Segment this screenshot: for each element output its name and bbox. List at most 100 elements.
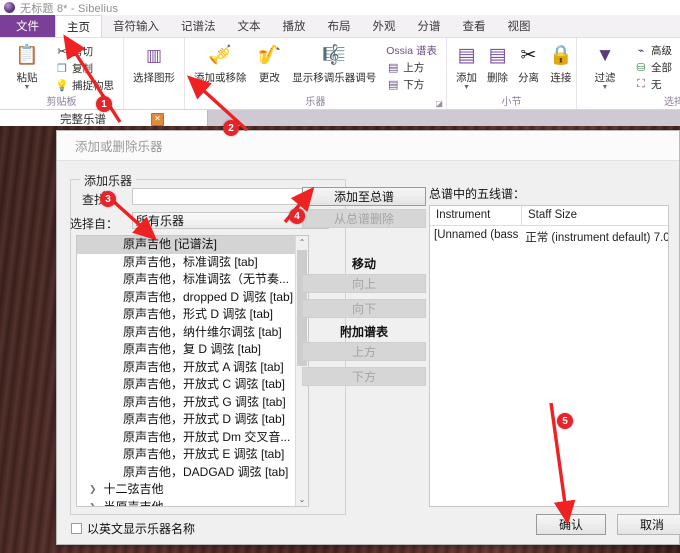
ribbon-group-instruments: 🎺 添加或移除 🎷 更改 🎼 显示移调乐器调号 Ossia 谱表 ▤ 上方 ▤ … xyxy=(185,38,447,109)
change-instrument-button[interactable]: 🎷 更改 xyxy=(252,40,288,87)
column-header-instrument[interactable]: Instrument xyxy=(430,206,522,225)
scroll-down-icon[interactable]: ⌄ xyxy=(296,493,308,506)
ribbon-tab-appearance[interactable]: 外观 xyxy=(362,15,407,37)
clipboard-icon: 📋 xyxy=(15,44,39,66)
join-bar-button[interactable]: 🔒 连接 xyxy=(544,40,578,87)
instrument-list-item[interactable]: 原声吉他 [记谱法] xyxy=(77,236,308,254)
add-or-remove-instruments-button[interactable]: 🎺 添加或移除 xyxy=(189,40,252,87)
cancel-button[interactable]: 取消 xyxy=(617,514,680,535)
select-graphic-button[interactable]: ▥ 选择图形 xyxy=(128,40,180,87)
filter-label: 过滤 xyxy=(594,72,616,84)
ribbon-tab-bar[interactable]: 文件 主页 音符输入 记谱法 文本 播放 布局 外观 分谱 查看 视图 xyxy=(0,15,680,38)
delete-bar-button[interactable]: ▤ 删除 xyxy=(482,40,513,87)
chevron-down-icon[interactable]: ▼ xyxy=(463,84,470,91)
instrument-family-row[interactable]: ❯ 十二弦吉他 xyxy=(77,481,308,499)
join-bar-label: 连接 xyxy=(550,72,572,84)
ribbon-tab-view[interactable]: 视图 xyxy=(497,15,542,37)
chevron-down-icon[interactable]: ▼ xyxy=(602,84,609,91)
sibelius-logo-icon xyxy=(4,2,15,13)
ribbon-tab-notations[interactable]: 记谱法 xyxy=(170,15,227,37)
score-staves-table[interactable]: Instrument Staff Size [Unnamed (bass ...… xyxy=(429,205,669,507)
scissors-icon: ✂ xyxy=(57,46,67,58)
staff-above-icon: ▤ xyxy=(388,62,399,74)
ribbon-tab-layout[interactable]: 布局 xyxy=(317,15,362,37)
ribbon-tab-note-input[interactable]: 音符输入 xyxy=(102,15,170,37)
checkbox-box-icon[interactable] xyxy=(71,523,82,534)
instrument-list[interactable]: 原声吉他 [记谱法] 原声吉他，标准调弦 [tab] 原声吉他，标准调弦（无节奏..… xyxy=(77,236,308,507)
selection-commands-col1: ⌁ 高级 ⛁ 全部 ⛶ 无 xyxy=(629,40,677,93)
clipboard-small-commands: ✂ 剪切 ❐ 复制 💡 捕捉构思 xyxy=(50,40,119,94)
instrument-list-item[interactable]: 原声吉他，开放式 G 调弦 [tab] xyxy=(77,394,308,412)
ribbon-group-selection: ▼ 过滤 ▼ ⌁ 高级 ⛁ 全部 ⛶ 无 ▬ xyxy=(577,38,680,109)
instrument-list-item[interactable]: 原声吉他，DADGAD 调弦 [tab] xyxy=(77,464,308,482)
cut-button[interactable]: ✂ 剪切 xyxy=(52,43,117,60)
choose-from-value: 所有乐器 xyxy=(136,214,185,228)
instrument-list-item[interactable]: 原声吉他，纳什维尔调弦 [tab] xyxy=(77,324,308,342)
ribbon-tab-review[interactable]: 查看 xyxy=(452,15,497,37)
find-input[interactable] xyxy=(132,188,329,205)
instrument-list-item[interactable]: 原声吉他，开放式 D 调弦 [tab] xyxy=(77,411,308,429)
chevron-down-icon[interactable]: ▼ xyxy=(24,84,31,91)
show-english-names-checkbox[interactable]: 以英文显示乐器名称 xyxy=(71,520,195,537)
ok-button[interactable]: 确认 xyxy=(536,514,606,535)
ribbon-group-label-graphics xyxy=(128,96,180,109)
ribbon-tab-file[interactable]: 文件 xyxy=(0,15,55,37)
show-transposing-key-button[interactable]: 🎼 显示移调乐器调号 xyxy=(287,40,381,87)
column-header-staff-size[interactable]: Staff Size xyxy=(522,206,668,225)
instrument-list-item[interactable]: 原声吉他，开放式 Dm 交叉音... xyxy=(77,429,308,447)
instrument-family-label: 十二弦吉他 xyxy=(103,482,164,496)
select-all-button[interactable]: ⛁ 全部 xyxy=(631,59,675,76)
instrument-list-item[interactable]: 原声吉他，标准调弦 [tab] xyxy=(77,254,308,272)
instrument-list-item[interactable]: 原声吉他，形式 D 调弦 [tab] xyxy=(77,306,308,324)
add-to-score-button[interactable]: 添加至总谱 xyxy=(302,187,426,206)
capture-idea-button[interactable]: 💡 捕捉构思 xyxy=(52,77,117,94)
ribbon-group-graphics: ▥ 选择图形 xyxy=(124,38,185,109)
document-tab-label: 完整乐谱 xyxy=(60,114,106,126)
select-graphic-icon: ▥ xyxy=(145,45,163,65)
chevron-right-icon[interactable]: ❯ xyxy=(89,499,97,507)
paste-button[interactable]: 📋 粘贴 ▼ xyxy=(4,40,50,93)
annotation-badge-4: 4 xyxy=(289,208,305,224)
instrument-list-item[interactable]: 原声吉他，标准调弦（无节奏... xyxy=(77,271,308,289)
table-row[interactable]: [Unnamed (bass ... 正常 (instrument defaul… xyxy=(430,226,668,245)
instrument-list-item[interactable]: 原声吉他，dropped D 调弦 [tab] xyxy=(77,289,308,307)
copy-button[interactable]: ❐ 复制 xyxy=(52,60,117,77)
ossia-below-button[interactable]: ▤ 下方 xyxy=(383,76,440,93)
ossia-above-button[interactable]: ▤ 上方 xyxy=(383,59,440,76)
instrument-list-item[interactable]: 原声吉他，复 D 调弦 [tab] xyxy=(77,341,308,359)
instrument-list-item[interactable]: 原声吉他，开放式 C 调弦 [tab] xyxy=(77,376,308,394)
instruments-dialog-launcher-icon[interactable]: ◪ xyxy=(435,99,443,108)
select-none-label: 无 xyxy=(651,79,662,91)
scroll-up-icon[interactable]: ⌃ xyxy=(296,236,308,249)
annotation-badge-3: 3 xyxy=(100,191,116,207)
ossia-commands: Ossia 谱表 ▤ 上方 ▤ 下方 xyxy=(381,40,442,93)
remove-from-score-button: 从总谱删除 xyxy=(302,209,426,228)
chevron-right-icon[interactable]: ❯ xyxy=(89,481,97,499)
change-label: 更改 xyxy=(258,72,280,84)
ribbon-group-bars: ▤ 添加 ▼ ▤ 删除 ✂ 分离 🔒 连接 小节 xyxy=(447,38,577,109)
delete-bar-label: 删除 xyxy=(487,72,508,84)
move-up-button: 向上 xyxy=(302,274,426,293)
score-staves-label: 总谱中的五线谱： xyxy=(429,187,526,201)
ribbon-tab-play[interactable]: 播放 xyxy=(272,15,317,37)
filter-button[interactable]: ▼ 过滤 ▼ xyxy=(581,40,629,93)
instrument-listbox[interactable]: 原声吉他 [记谱法] 原声吉他，标准调弦 [tab] 原声吉他，标准调弦（无节奏..… xyxy=(76,235,309,507)
trumpet-icon: 🎺 xyxy=(208,44,233,66)
cut-label: 剪切 xyxy=(72,46,93,58)
split-bar-button[interactable]: ✂ 分离 xyxy=(513,40,544,87)
ribbon-tab-home[interactable]: 主页 xyxy=(55,15,102,37)
instrument-family-row[interactable]: ❯ 半原声吉他 xyxy=(77,499,308,507)
filter-advanced-button[interactable]: ⌁ 高级 xyxy=(631,42,675,59)
instrument-list-item[interactable]: 原声吉他，开放式 E 调弦 [tab] xyxy=(77,446,308,464)
select-none-button[interactable]: ⛶ 无 xyxy=(631,76,675,93)
copy-label: 复制 xyxy=(72,63,93,75)
ribbon-tab-parts[interactable]: 分谱 xyxy=(407,15,452,37)
ribbon-tab-text[interactable]: 文本 xyxy=(227,15,272,37)
select-none-icon: ⛶ xyxy=(637,78,645,90)
add-bar-button[interactable]: ▤ 添加 ▼ xyxy=(451,40,482,93)
instrument-list-item[interactable]: 原声吉他，开放式 A 调弦 [tab] xyxy=(77,359,308,377)
close-icon[interactable]: ✕ xyxy=(151,112,164,126)
window-title: 无标题 8* - Sibelius xyxy=(20,2,119,15)
ossia-staff-label-row: Ossia 谱表 xyxy=(383,42,440,59)
treble-clef-icon: 🎼 xyxy=(322,44,347,66)
